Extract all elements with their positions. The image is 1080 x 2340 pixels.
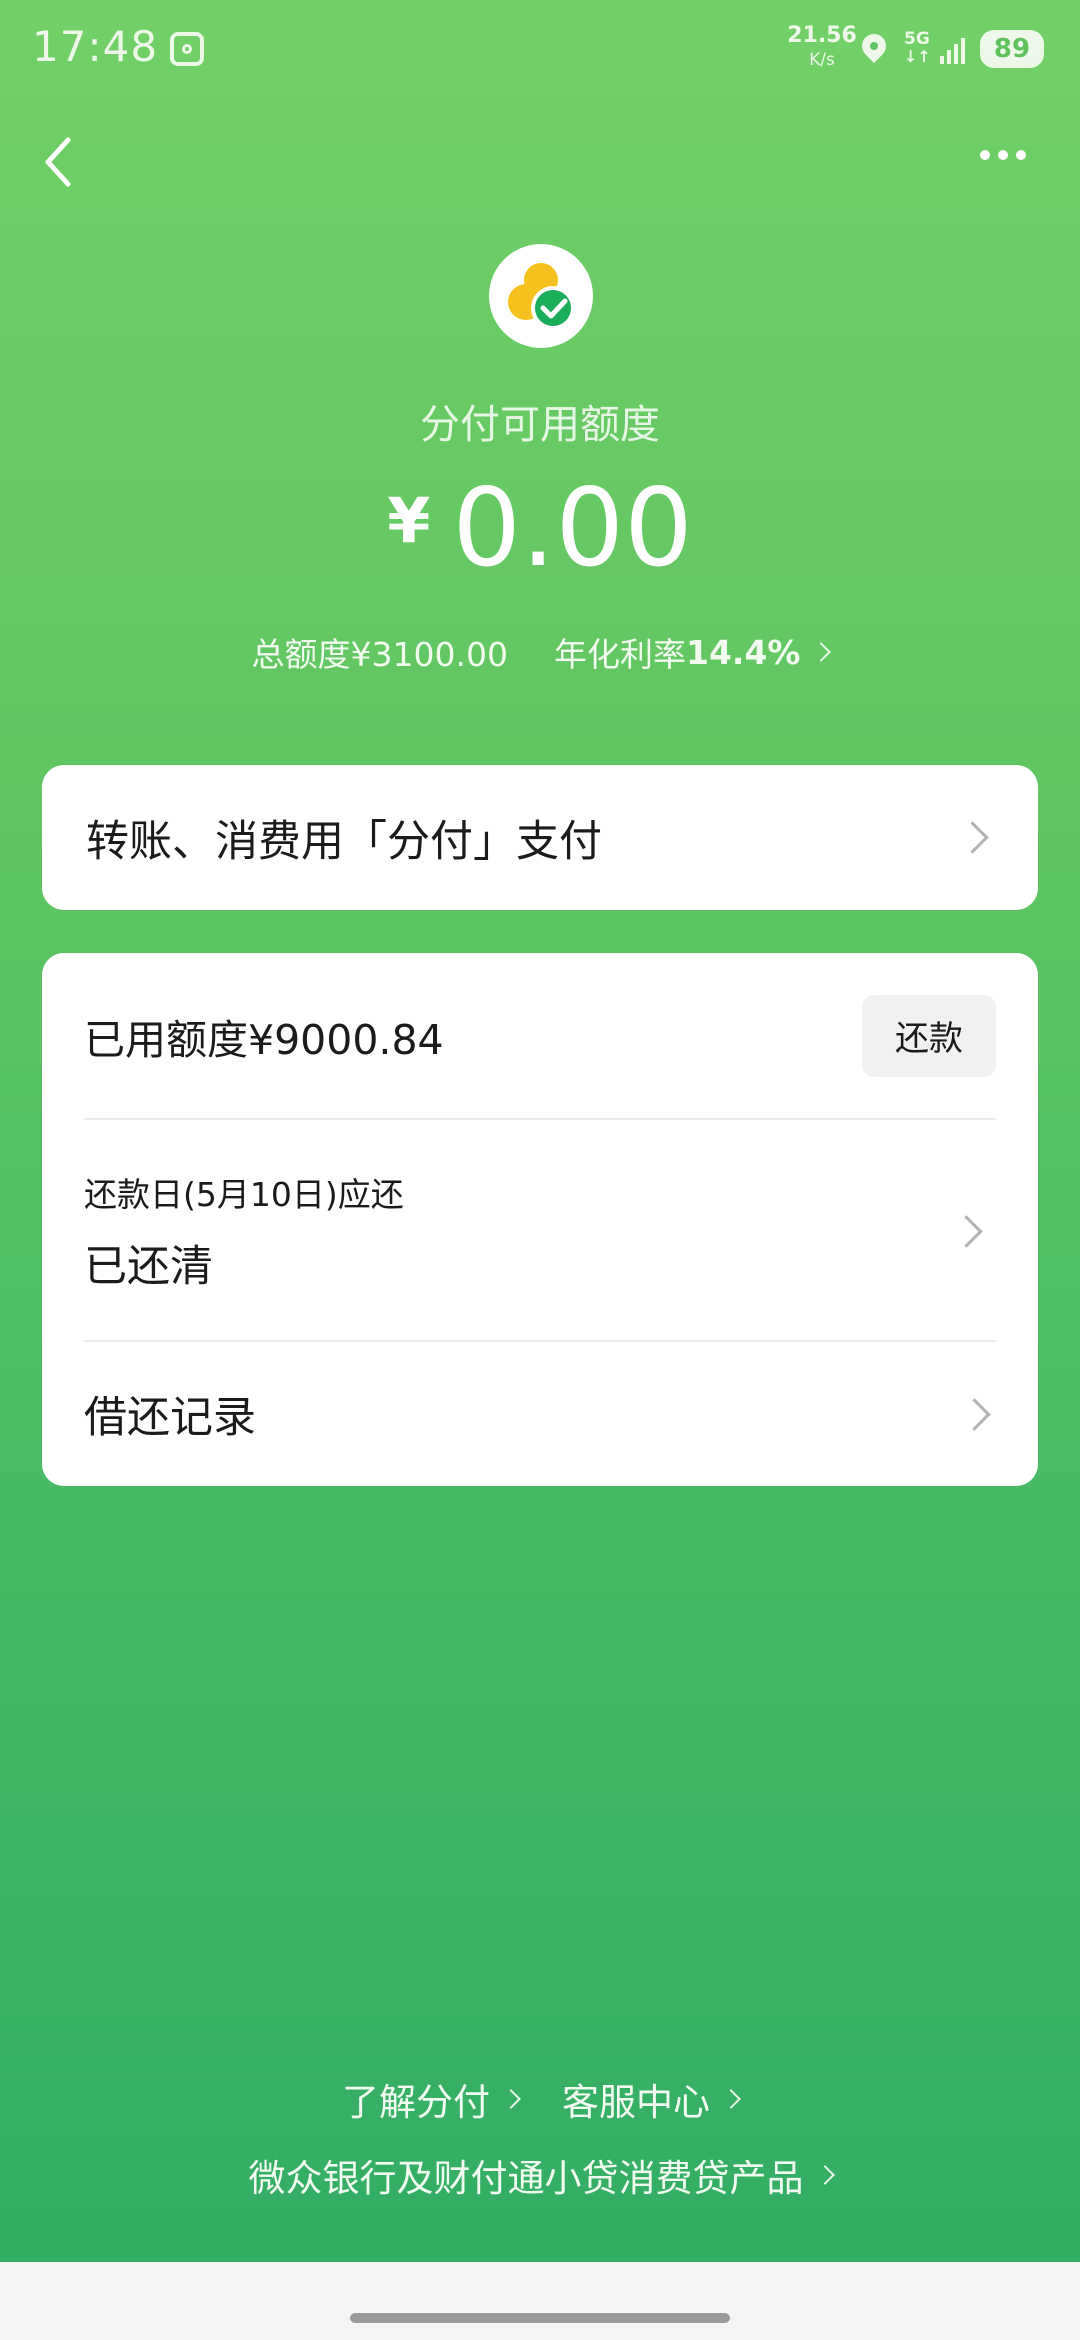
fenfu-logo bbox=[489, 244, 593, 348]
repayment-due-row[interactable]: 还款日(5月10日)应还 已还清 bbox=[84, 1120, 996, 1342]
location-icon bbox=[857, 29, 891, 63]
repayment-due-label: 还款日(5月10日)应还 bbox=[84, 1175, 404, 1214]
chevron-right-icon bbox=[958, 1397, 991, 1431]
network-speed-unit: K/s bbox=[809, 50, 835, 70]
more-options-button[interactable] bbox=[980, 150, 1026, 160]
borrow-repay-records-row[interactable]: 借还记录 bbox=[84, 1342, 996, 1486]
learn-fenfu-label: 了解分付 bbox=[342, 2081, 490, 2124]
system-nav-bar bbox=[0, 2262, 1080, 2340]
learn-fenfu-link[interactable]: 了解分付 bbox=[342, 2072, 521, 2126]
screen-capture-icon bbox=[170, 32, 204, 66]
more-dots-icon bbox=[980, 150, 990, 160]
loan-products-link[interactable]: 微众银行及财付通小贷消费贷产品 bbox=[248, 2148, 835, 2202]
chevron-right-icon bbox=[721, 2089, 741, 2109]
interest-rate-link[interactable]: 年化利率 14.4% bbox=[553, 628, 832, 676]
borrow-repay-records-label: 借还记录 bbox=[84, 1393, 256, 1443]
chevron-right-icon bbox=[956, 821, 989, 854]
pay-with-fenfu-card[interactable]: 转账、消费用「分付」支付 bbox=[42, 765, 1038, 910]
customer-service-link[interactable]: 客服中心 bbox=[562, 2072, 741, 2126]
network-speed-value: 21.56 bbox=[787, 23, 857, 48]
footer-products: 微众银行及财付通小贷消费贷产品 bbox=[0, 2148, 1080, 2202]
pay-with-fenfu-label: 转账、消费用「分付」支付 bbox=[86, 816, 602, 867]
available-credit-value: 0.00 bbox=[452, 466, 693, 591]
available-credit-label: 分付可用额度 bbox=[420, 402, 660, 448]
chevron-right-icon bbox=[814, 2165, 835, 2185]
used-credit-row: 已用额度¥9000.84 还款 bbox=[84, 953, 996, 1120]
available-credit-amount: ¥ 0.00 bbox=[0, 470, 1080, 588]
chevron-right-icon bbox=[950, 1215, 983, 1248]
rate-label: 年化利率 bbox=[553, 635, 686, 674]
signal-icon bbox=[940, 36, 965, 64]
chevron-right-icon bbox=[501, 2089, 521, 2109]
fenfu-logo-icon bbox=[508, 263, 575, 330]
chevron-right-icon bbox=[811, 642, 832, 662]
network-type: 5G ↓↑ bbox=[904, 30, 931, 66]
rate-value: 14.4% bbox=[685, 632, 801, 672]
footer-links: 了解分付 客服中心 bbox=[0, 2072, 1080, 2126]
chevron-left-icon bbox=[45, 137, 71, 187]
back-button[interactable] bbox=[34, 132, 84, 192]
usage-card: 已用额度¥9000.84 还款 还款日(5月10日)应还 已还清 借还记录 bbox=[42, 953, 1038, 1486]
loan-products-label: 微众银行及财付通小贷消费贷产品 bbox=[248, 2157, 804, 2200]
used-credit-text: 已用额度¥9000.84 bbox=[84, 1015, 444, 1064]
status-time: 17:48 bbox=[32, 22, 159, 71]
repayment-status: 已还清 bbox=[84, 1242, 213, 1292]
limit-info-row: 总额度¥3100.00 年化利率 14.4% bbox=[0, 628, 1080, 676]
home-indicator[interactable] bbox=[350, 2313, 730, 2323]
total-limit-text: 总额度¥3100.00 bbox=[251, 635, 508, 674]
customer-service-label: 客服中心 bbox=[562, 2081, 710, 2124]
repay-button[interactable]: 还款 bbox=[862, 994, 996, 1077]
battery-indicator: 89 bbox=[980, 30, 1044, 68]
network-speed: 21.56 K/s bbox=[786, 24, 858, 72]
data-arrows-icon: ↓↑ bbox=[904, 47, 931, 66]
currency-symbol: ¥ bbox=[387, 484, 431, 557]
network-type-label: 5G bbox=[904, 29, 930, 49]
